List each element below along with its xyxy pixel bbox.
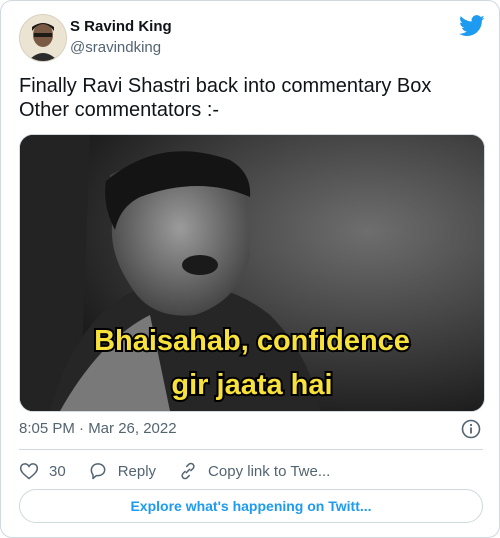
divider [19,449,483,450]
heart-icon [19,463,39,480]
tweet-text-line-2: Other commentators :- [19,99,220,121]
media-caption-line-1: Bhaisahab, confidence [94,325,410,357]
copy-link-button[interactable]: Copy link to Twe... [178,461,330,481]
tweet-text: Finally Ravi Shastri back into commentar… [19,74,479,122]
explore-button[interactable]: Explore what's happening on Twitt... [19,489,483,523]
twitter-bird-icon[interactable] [459,15,485,37]
tweet-card: S Ravind King @sravindking Finally Ravi … [0,0,500,538]
copy-link-label: Copy link to Twe... [208,462,331,480]
tweet-media-image[interactable]: Bhaisahab, confidence gir jaata hai [19,134,485,412]
link-icon [181,462,195,480]
author-name[interactable]: S Ravind King [70,18,172,35]
like-button[interactable]: 30 [19,461,66,481]
info-icon[interactable] [461,419,481,439]
tweet-actions: 30 Reply Copy link to Twe... [19,460,352,482]
tweet-timestamp[interactable]: 8:05 PM · Mar 26, 2022 [19,420,177,437]
media-caption-line-2: gir jaata hai [171,369,332,401]
reply-icon [90,463,106,480]
like-count: 30 [49,462,66,480]
tweet-text-line-1: Finally Ravi Shastri back into commentar… [19,75,432,97]
avatar[interactable] [19,14,67,62]
reply-button[interactable]: Reply [88,461,156,481]
reply-label: Reply [117,462,157,480]
author-handle[interactable]: @sravindking [70,39,161,56]
